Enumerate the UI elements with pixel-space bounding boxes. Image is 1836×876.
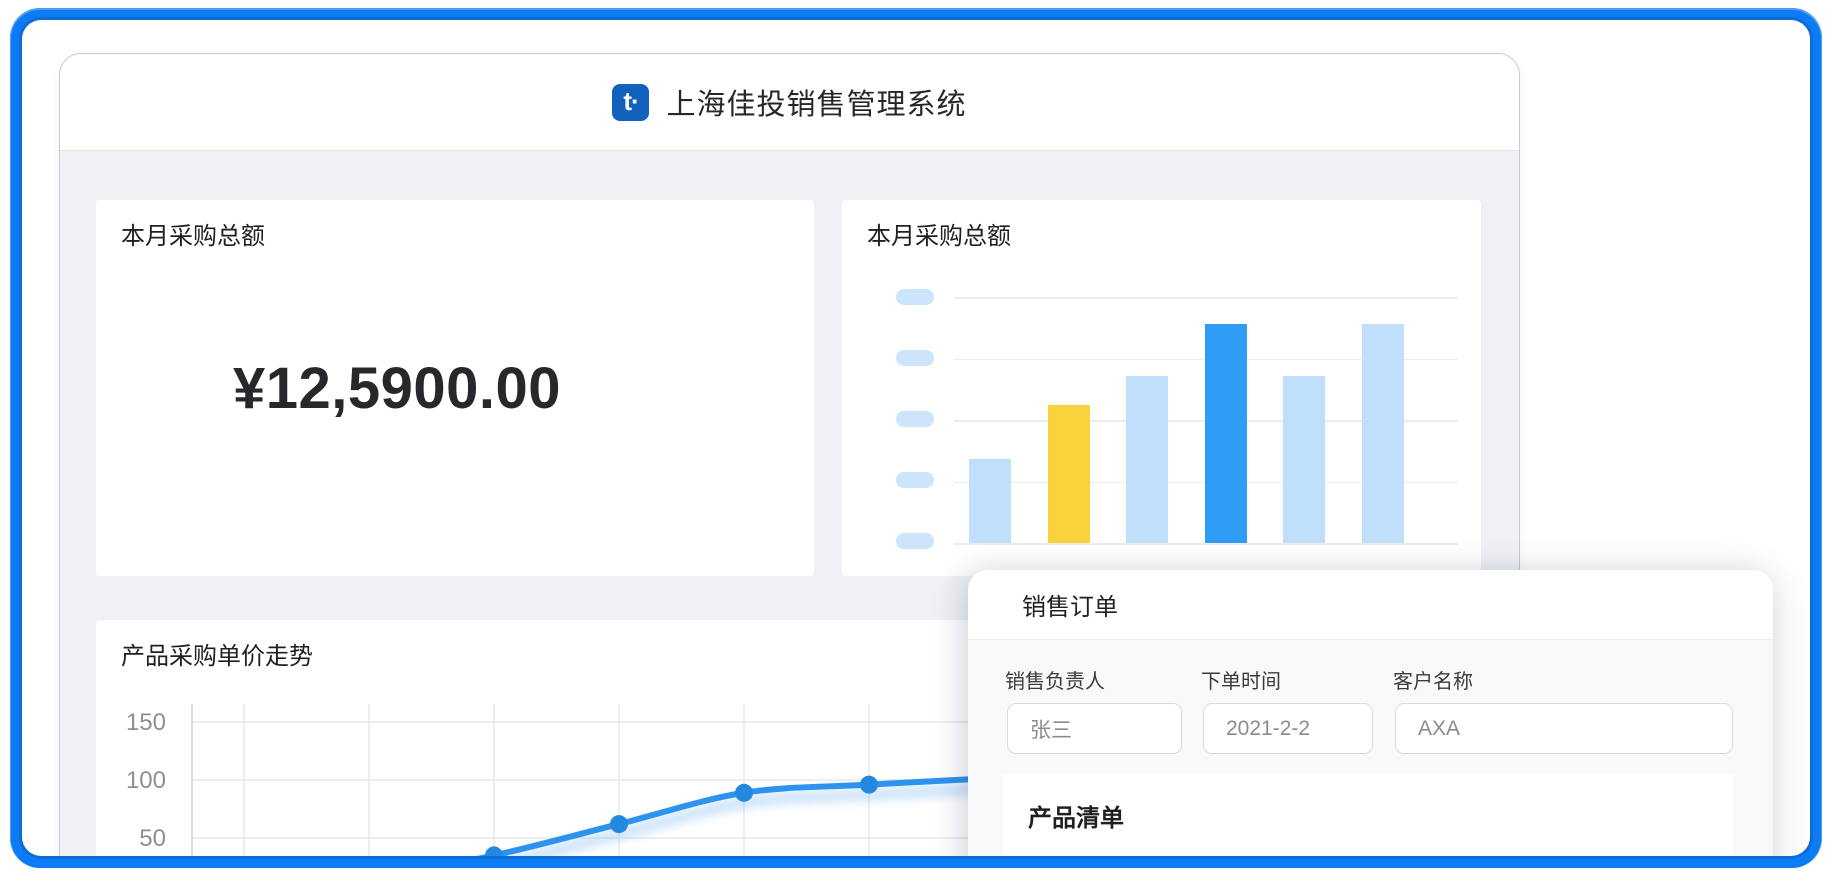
customer-name-label: 客户名称 — [1393, 665, 1473, 694]
bar-chart-gridline — [954, 297, 1458, 299]
axis-pill-placeholder — [896, 411, 934, 427]
axis-pill-placeholder — [896, 472, 934, 488]
bar-chart-axis-pills — [896, 289, 934, 543]
axis-pill-placeholder — [896, 533, 934, 549]
stage: t· 上海佳投销售管理系统 本月采购总额 ¥12,5900.00 本月采购总额 … — [22, 20, 1810, 856]
device-frame: t· 上海佳投销售管理系统 本月采购总额 ¥12,5900.00 本月采购总额 … — [10, 8, 1822, 868]
bar-chart-bar — [1048, 405, 1090, 543]
card-title: 本月采购总额 — [867, 216, 1011, 251]
bar-chart-plot — [954, 297, 1458, 543]
sales-order-title: 销售订单 — [1022, 587, 1118, 622]
sales-order-panel: 销售订单 销售负责人 下单时间 客户名称 产品清单 — [968, 570, 1773, 856]
trend-series — [369, 776, 1001, 856]
bar-chart-bar — [1283, 376, 1325, 543]
salesperson-input[interactable] — [1007, 703, 1182, 754]
salesperson-label: 销售负责人 — [1005, 665, 1105, 694]
app-logo-icon: t· — [612, 84, 649, 121]
device-frame-screen: t· 上海佳投销售管理系统 本月采购总额 ¥12,5900.00 本月采购总额 … — [22, 20, 1810, 856]
axis-pill-placeholder — [896, 350, 934, 366]
trend-data-point — [735, 784, 753, 802]
card-monthly-bar-chart: 本月采购总额 — [842, 200, 1481, 576]
card-monthly-purchase-total: 本月采购总额 ¥12,5900.00 — [96, 200, 814, 576]
app-header: t· 上海佳投销售管理系统 — [60, 54, 1519, 151]
axis-pill-placeholder — [896, 289, 934, 305]
card-title: 本月采购总额 — [121, 216, 265, 251]
bar-chart-bar — [1205, 324, 1247, 543]
trend-data-point — [485, 846, 503, 856]
product-list-card: 产品清单 — [1003, 773, 1733, 856]
order-date-label: 下单时间 — [1201, 665, 1281, 694]
sales-order-header: 销售订单 — [968, 570, 1773, 640]
bar-chart-bar — [1126, 376, 1168, 543]
purchase-total-amount: ¥12,5900.00 — [233, 355, 653, 422]
trend-data-point — [860, 776, 878, 794]
customer-name-input[interactable] — [1395, 703, 1733, 754]
page-title: 上海佳投销售管理系统 — [666, 81, 966, 123]
order-date-input[interactable] — [1203, 703, 1373, 754]
bar-chart-bar — [1362, 324, 1404, 543]
bar-chart-gridline — [954, 543, 1458, 545]
trend-data-point — [610, 815, 628, 833]
bar-chart-bar — [969, 459, 1011, 543]
product-list-title: 产品清单 — [1028, 798, 1124, 833]
